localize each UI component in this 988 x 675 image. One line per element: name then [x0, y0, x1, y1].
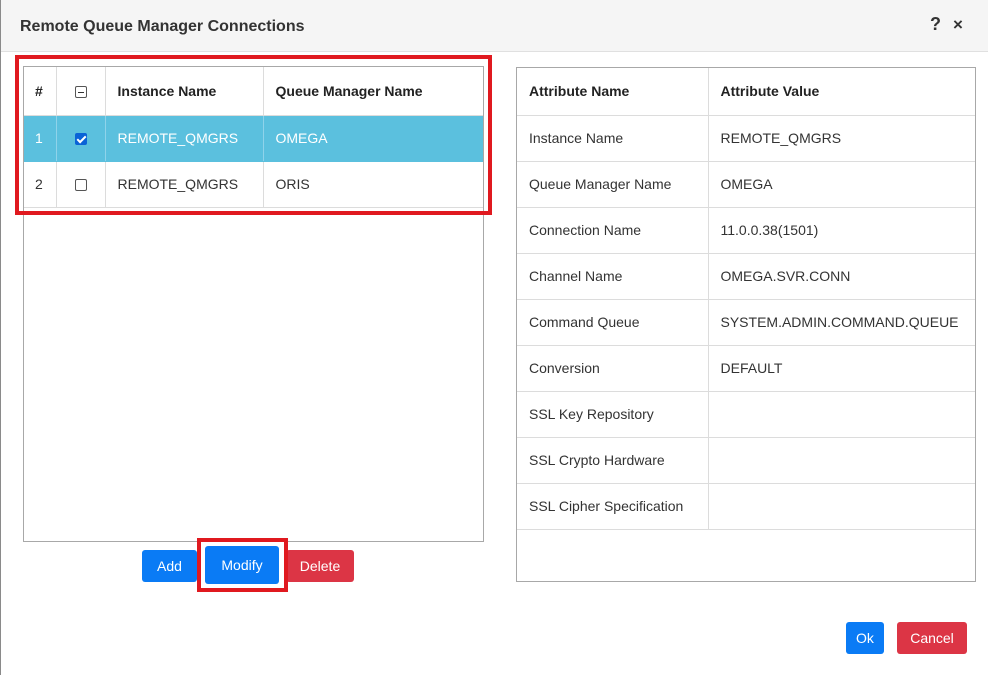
attribute-name: Instance Name [517, 115, 709, 162]
attribute-value: 11.0.0.38(1501) [708, 207, 975, 254]
table-row[interactable]: 2 REMOTE_QMGRS ORIS [24, 161, 483, 208]
add-button[interactable]: Add [142, 550, 197, 582]
table-row[interactable]: 1 REMOTE_QMGRS OMEGA [24, 115, 483, 162]
row-instance-name[interactable]: REMOTE_QMGRS [105, 115, 264, 162]
attribute-name: Conversion [517, 345, 709, 392]
row-queue-manager-name[interactable]: ORIS [263, 161, 483, 208]
column-header-queue-manager-name[interactable]: Queue Manager Name [263, 67, 483, 116]
dialog-title: Remote Queue Manager Connections [20, 18, 305, 35]
column-header-instance-name[interactable]: Instance Name [105, 67, 264, 116]
attribute-value: OMEGA.SVR.CONN [708, 253, 975, 300]
attribute-name: SSL Cipher Specification [517, 483, 709, 530]
attribute-name: Command Queue [517, 299, 709, 346]
attribute-name: SSL Crypto Hardware [517, 437, 709, 484]
modify-button[interactable]: Modify [205, 546, 279, 584]
attributes-panel: Attribute Name Attribute Value Instance … [516, 67, 976, 582]
row-number: 2 [24, 161, 57, 208]
connections-table: # Instance Name Queue Manager Name 1 REM… [24, 67, 483, 208]
attribute-row: Connection Name 11.0.0.38(1501) [517, 207, 975, 254]
column-header-number: # [24, 67, 57, 116]
connections-panel: # Instance Name Queue Manager Name 1 REM… [23, 66, 484, 542]
attribute-name: Queue Manager Name [517, 161, 709, 208]
attribute-row: SSL Cipher Specification [517, 483, 975, 530]
attribute-name: Channel Name [517, 253, 709, 300]
dialog-title-bar: Remote Queue Manager Connections ? × [1, 0, 988, 52]
attributes-header-row: Attribute Name Attribute Value [517, 68, 975, 116]
row-number: 1 [24, 115, 57, 162]
connections-header-row: # Instance Name Queue Manager Name [24, 67, 483, 116]
attribute-row: Channel Name OMEGA.SVR.CONN [517, 253, 975, 300]
attribute-value: REMOTE_QMGRS [708, 115, 975, 162]
remote-qmgr-connections-dialog: Remote Queue Manager Connections ? × # I… [0, 0, 988, 675]
attribute-value: SYSTEM.ADMIN.COMMAND.QUEUE [708, 299, 975, 346]
column-header-attribute-name: Attribute Name [517, 68, 709, 116]
attribute-row: Instance Name REMOTE_QMGRS [517, 115, 975, 162]
ok-button[interactable]: Ok [846, 622, 884, 654]
cancel-button[interactable]: Cancel [897, 622, 967, 654]
attribute-value: OMEGA [708, 161, 975, 208]
attribute-row: Command Queue SYSTEM.ADMIN.COMMAND.QUEUE [517, 299, 975, 346]
row-checkbox[interactable] [74, 179, 87, 192]
row-queue-manager-name[interactable]: OMEGA [263, 115, 483, 162]
column-header-select [56, 67, 106, 116]
attribute-value: DEFAULT [708, 345, 975, 392]
delete-button[interactable]: Delete [286, 550, 354, 582]
select-all-checkbox[interactable] [74, 86, 87, 99]
attribute-name: Connection Name [517, 207, 709, 254]
row-checkbox-cell [56, 115, 106, 162]
attribute-row: Conversion DEFAULT [517, 345, 975, 392]
row-instance-name[interactable]: REMOTE_QMGRS [105, 161, 264, 208]
attribute-row: SSL Key Repository [517, 391, 975, 438]
attribute-value [708, 483, 975, 530]
attribute-value [708, 391, 975, 438]
row-checkbox-cell [56, 161, 106, 208]
close-icon[interactable]: × [953, 15, 963, 35]
attribute-row: SSL Crypto Hardware [517, 437, 975, 484]
column-header-attribute-value: Attribute Value [708, 68, 975, 116]
row-checkbox[interactable] [74, 133, 87, 146]
attribute-row: Queue Manager Name OMEGA [517, 161, 975, 208]
attribute-value [708, 437, 975, 484]
attributes-table: Attribute Name Attribute Value Instance … [517, 68, 975, 530]
help-icon[interactable]: ? [930, 14, 941, 35]
attribute-name: SSL Key Repository [517, 391, 709, 438]
